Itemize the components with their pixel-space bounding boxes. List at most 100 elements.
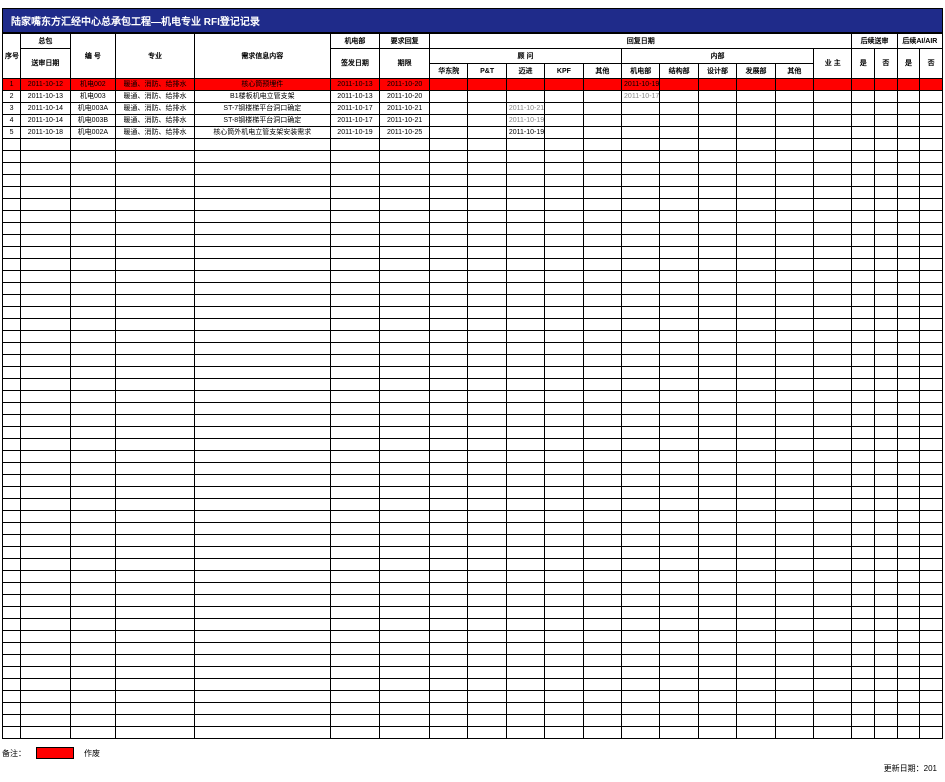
cell xyxy=(852,571,875,583)
cell xyxy=(775,715,813,727)
cell xyxy=(814,79,852,91)
cell xyxy=(698,439,736,451)
cell xyxy=(897,151,920,163)
cell xyxy=(195,727,331,739)
cell xyxy=(195,487,331,499)
cell xyxy=(330,595,380,607)
th-consult-other: 其他 xyxy=(583,64,621,79)
cell xyxy=(698,187,736,199)
table-row xyxy=(3,643,943,655)
cell xyxy=(875,583,898,595)
update-date-line: 更新日期：201 xyxy=(2,763,943,774)
cell xyxy=(814,319,852,331)
cell xyxy=(583,703,621,715)
cell xyxy=(330,703,380,715)
th-consult-mj: 迈进 xyxy=(506,64,544,79)
cell xyxy=(545,139,583,151)
cell xyxy=(506,619,544,631)
cell xyxy=(3,583,21,595)
cell xyxy=(852,463,875,475)
cell xyxy=(660,403,698,415)
cell xyxy=(660,583,698,595)
cell xyxy=(622,655,660,667)
cell xyxy=(21,175,71,187)
cell xyxy=(430,727,468,739)
cell xyxy=(775,115,813,127)
cell xyxy=(920,487,943,499)
cell xyxy=(897,403,920,415)
cell xyxy=(737,223,775,235)
cell xyxy=(920,679,943,691)
cell xyxy=(380,379,430,391)
cell xyxy=(897,703,920,715)
cell xyxy=(3,295,21,307)
cell xyxy=(775,259,813,271)
cell xyxy=(545,163,583,175)
cell xyxy=(380,523,430,535)
cell xyxy=(70,595,115,607)
cell xyxy=(920,331,943,343)
cell xyxy=(897,439,920,451)
cell xyxy=(737,331,775,343)
cell xyxy=(622,703,660,715)
cell xyxy=(115,139,194,151)
table-row xyxy=(3,511,943,523)
cell xyxy=(920,163,943,175)
table-row xyxy=(3,175,943,187)
cell xyxy=(852,499,875,511)
cell xyxy=(195,391,331,403)
cell xyxy=(897,427,920,439)
cell xyxy=(70,199,115,211)
cell xyxy=(545,475,583,487)
cell xyxy=(737,619,775,631)
cell xyxy=(468,259,506,271)
table-row xyxy=(3,355,943,367)
cell xyxy=(852,199,875,211)
cell xyxy=(430,607,468,619)
cell xyxy=(737,415,775,427)
cell xyxy=(875,103,898,115)
cell xyxy=(852,403,875,415)
cell xyxy=(814,175,852,187)
cell xyxy=(115,235,194,247)
cell xyxy=(506,559,544,571)
cell: 2011-10-21 xyxy=(380,103,430,115)
cell xyxy=(70,139,115,151)
cell xyxy=(195,583,331,595)
cell xyxy=(430,415,468,427)
cell xyxy=(468,151,506,163)
cell xyxy=(622,247,660,259)
cell xyxy=(920,607,943,619)
cell xyxy=(583,727,621,739)
cell xyxy=(506,487,544,499)
cell xyxy=(21,427,71,439)
cell xyxy=(3,343,21,355)
cell xyxy=(737,235,775,247)
cell xyxy=(875,451,898,463)
cell xyxy=(897,235,920,247)
cell xyxy=(660,643,698,655)
cell xyxy=(380,163,430,175)
cell xyxy=(660,127,698,139)
cell xyxy=(21,475,71,487)
cell xyxy=(195,223,331,235)
cell xyxy=(430,475,468,487)
table-row xyxy=(3,163,943,175)
cell xyxy=(506,187,544,199)
cell xyxy=(737,283,775,295)
cell xyxy=(545,223,583,235)
cell xyxy=(380,199,430,211)
cell xyxy=(115,499,194,511)
cell xyxy=(430,667,468,679)
cell xyxy=(920,79,943,91)
cell xyxy=(195,619,331,631)
cell xyxy=(775,475,813,487)
cell xyxy=(698,391,736,403)
cell xyxy=(897,667,920,679)
cell xyxy=(468,619,506,631)
cell xyxy=(545,607,583,619)
cell xyxy=(3,559,21,571)
cell xyxy=(468,691,506,703)
cell xyxy=(814,427,852,439)
cell: 2011-10-14 xyxy=(21,103,71,115)
